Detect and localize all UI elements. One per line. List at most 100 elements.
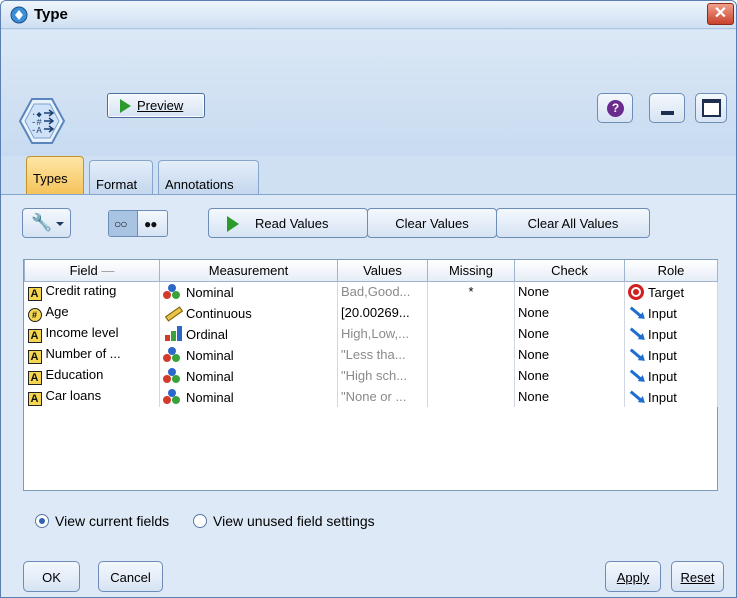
check-cell[interactable]: None [514,365,625,386]
values-cell[interactable]: [20.00269... [337,302,428,323]
role-cell[interactable]: Input [624,386,718,407]
minimize-icon [661,111,674,115]
maximize-icon [702,99,721,117]
check-cell[interactable]: None [514,323,625,344]
nominal-icon [163,388,183,405]
cancel-button[interactable]: Cancel [98,561,163,592]
tools-menu-button[interactable]: 🔧 [22,208,71,238]
svg-text:-A: -A [31,126,42,136]
close-icon: ✕ [713,5,728,22]
view-unused-settings-radio[interactable]: View unused field settings [193,513,375,529]
measurement-cell[interactable]: Nominal [159,281,338,302]
check-cell[interactable]: None [514,344,625,365]
role-cell[interactable]: Input [624,323,718,344]
apply-button[interactable]: Apply [605,561,661,592]
measurement-cell[interactable]: Continuous [159,302,338,323]
missing-cell[interactable] [427,365,515,386]
missing-cell[interactable] [427,323,515,344]
preview-label: Preview [137,98,184,113]
role-cell[interactable]: Target [624,281,718,302]
close-button[interactable]: ✕ [707,3,734,25]
table-row[interactable]: A Car loans Nominal "None or ... None Inp… [24,386,718,407]
missing-cell[interactable]: * [427,281,515,302]
values-cell[interactable]: High,Low,... [337,323,428,344]
missing-cell[interactable] [427,386,515,407]
nominal-icon [163,283,183,300]
play-icon [227,216,239,232]
values-cell[interactable]: Bad,Good... [337,281,428,302]
continuous-icon [163,305,184,322]
field-cell[interactable]: A Car loans [24,386,160,407]
column-header-values[interactable]: Values [337,260,428,282]
view-options: View current fields View unused field se… [35,513,395,529]
table-row[interactable]: A Number of ... Nominal "Less tha... None… [24,344,718,365]
table-row[interactable]: A Credit rating Nominal Bad,Good... * Non… [24,281,718,302]
help-icon: ? [607,100,624,117]
window-title: Type [34,6,68,23]
string-type-icon: A [27,328,42,343]
string-type-icon: A [27,370,42,385]
check-cell[interactable]: None [514,281,625,302]
view-unlinked-button[interactable]: ●● [139,211,167,236]
measurement-cell[interactable]: Nominal [159,365,338,386]
table-row[interactable]: A Education Nominal "High sch... None Inp… [24,365,718,386]
measurement-cell[interactable]: Ordinal [159,323,338,344]
radio-unselected-icon [193,514,208,528]
check-cell[interactable]: None [514,302,625,323]
missing-cell[interactable] [427,344,515,365]
column-header-role[interactable]: Role [624,260,718,282]
column-header-missing[interactable]: Missing [427,260,515,282]
target-icon [628,283,644,300]
nominal-icon [163,367,183,384]
clear-all-values-button[interactable]: Clear All Values [496,208,650,238]
input-arrow-icon [628,368,644,384]
column-header-field[interactable]: Field — [24,260,160,282]
title-bar: Type ✕ [1,1,736,29]
measurement-cell[interactable]: Nominal [159,344,338,365]
link-icon: ○○ [114,217,127,231]
chevron-down-icon [56,222,64,226]
values-cell[interactable]: "High sch... [337,365,428,386]
maximize-button[interactable] [695,93,727,123]
values-cell[interactable]: "Less tha... [337,344,428,365]
clear-values-button[interactable]: Clear Values [367,208,497,238]
nominal-icon [163,346,183,363]
radio-selected-icon [35,514,49,528]
check-cell[interactable]: None [514,386,625,407]
missing-cell[interactable] [427,302,515,323]
read-values-button[interactable]: Read Values [208,208,368,238]
tab-format[interactable]: Format [89,160,153,194]
column-header-check[interactable]: Check [514,260,625,282]
numeric-type-icon: # [27,307,42,322]
role-cell[interactable]: Input [624,302,718,323]
view-current-fields-radio[interactable]: View current fields [35,513,169,529]
view-toggle-group: ○○ ●● [108,210,168,237]
tab-types[interactable]: Types [26,156,84,194]
toolbar-area: ·◆ -# -A Preview ? [1,30,736,156]
column-header-measurement[interactable]: Measurement [159,260,338,282]
type-node-icon [10,6,28,24]
reset-button[interactable]: Reset [671,561,724,592]
view-linked-button[interactable]: ○○ [109,211,138,236]
field-cell[interactable]: A Income level [24,323,160,344]
minimize-button[interactable] [649,93,685,123]
input-arrow-icon [628,347,644,363]
field-cell[interactable]: A Education [24,365,160,386]
ok-button[interactable]: OK [23,561,80,592]
values-cell[interactable]: "None or ... [337,386,428,407]
role-cell[interactable]: Input [624,344,718,365]
table-row[interactable]: A Income level Ordinal High,Low,... None … [24,323,718,344]
types-panel: 🔧 ○○ ●● Read Values Clear Values Clear A… [1,194,736,597]
field-cell[interactable]: # Age [24,302,160,323]
table-row[interactable]: # Age Continuous [20.00269... None Input [24,302,718,323]
preview-button[interactable]: Preview [107,93,205,118]
read-values-label: Read Values [255,216,329,231]
field-cell[interactable]: A Number of ... [24,344,160,365]
play-icon [120,99,131,113]
tab-annotations[interactable]: Annotations [158,160,259,194]
field-cell[interactable]: A Credit rating [24,281,160,302]
role-cell[interactable]: Input [624,365,718,386]
fields-table: Field — Measurement Values Missing Check… [23,259,718,491]
help-button[interactable]: ? [597,93,633,123]
measurement-cell[interactable]: Nominal [159,386,338,407]
